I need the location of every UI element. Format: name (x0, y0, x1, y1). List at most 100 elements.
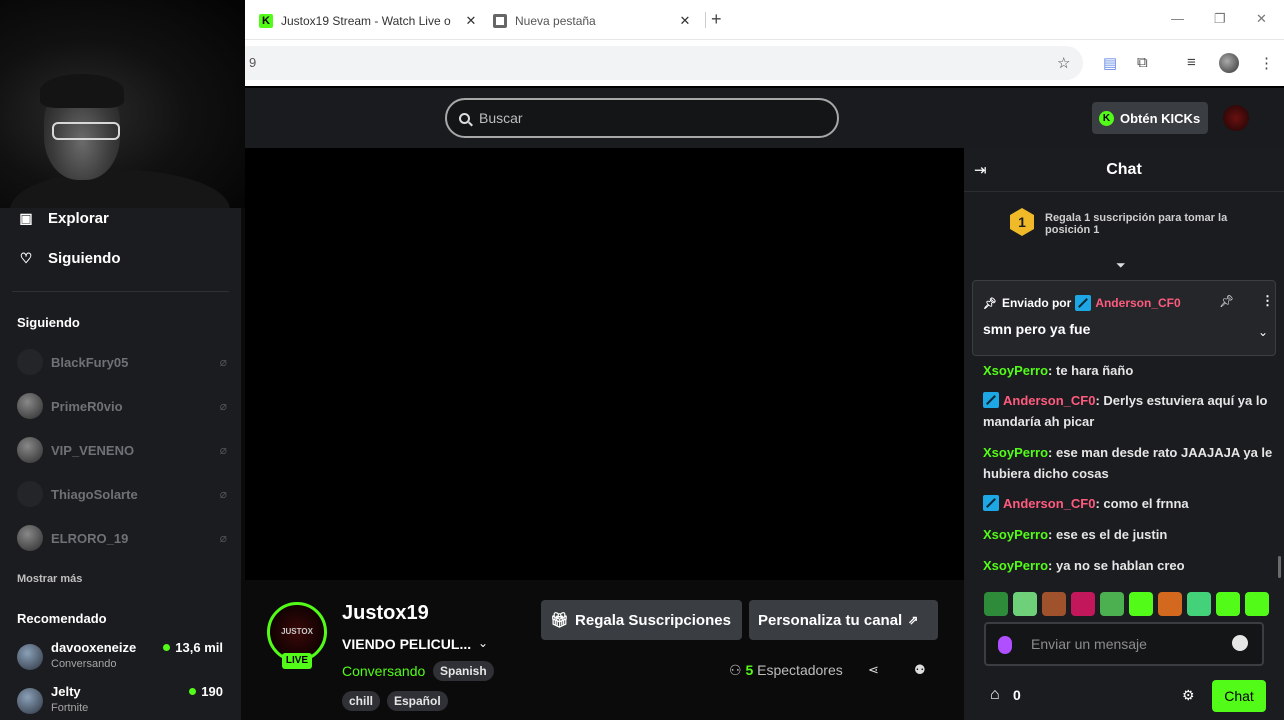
chat-message: XsoyPerro: ese es el de justin (983, 524, 1273, 545)
stream-tag[interactable]: Español (387, 691, 448, 711)
address-bar[interactable]: 9 (245, 46, 1083, 80)
emote-icon[interactable] (1071, 592, 1095, 616)
channel-name: ThiagoSolarte (51, 486, 138, 502)
chrome-favicon-icon (493, 14, 507, 28)
recommended-section-title: Recomendado (17, 611, 107, 626)
webcam-overlay (0, 0, 245, 208)
sidebar-item-explore[interactable]: ▣ Explorar (18, 210, 108, 227)
chat-message: Anderson_CF0: como el frnna (983, 493, 1273, 514)
chat-message: Anderson_CF0: Derlys estuviera aquí ya l… (983, 390, 1273, 432)
sidebar-divider (12, 291, 229, 292)
followed-channel[interactable]: BlackFury05 ⌀ (17, 348, 227, 376)
emote-icon[interactable] (1129, 592, 1153, 616)
channel-info: JUSTOX LIVE Justox19 VIENDO PELICUL... ⌄… (241, 580, 964, 720)
gift-subs-button[interactable]: 🎁︎ Regala Suscripciones (541, 600, 742, 640)
new-tab-icon[interactable]: + (711, 9, 722, 30)
emote-icon[interactable] (1100, 592, 1124, 616)
unpin-icon[interactable]: 📌︎ (1219, 294, 1234, 308)
language-tag[interactable]: Spanish (433, 661, 494, 681)
share-icon[interactable]: ⋖ (868, 662, 879, 678)
chat-message-input[interactable]: Enviar un mensaje (984, 622, 1264, 666)
followed-channel[interactable]: PrimeR0vio ⌀ (17, 392, 227, 420)
get-kicks-button[interactable]: K Obtén KICKs (1092, 102, 1208, 134)
sidebar-item-following[interactable]: ♡ Siguiendo (18, 250, 121, 267)
chat-message-text: : te hara ñaño (1048, 363, 1134, 378)
search-placeholder: Buscar (479, 110, 523, 126)
close-tab-icon[interactable]: ✕ (677, 13, 693, 29)
kick-coin-icon: K (1099, 110, 1114, 126)
tab-stream[interactable]: K Justox19 Stream - Watch Live o ✕ (259, 6, 479, 36)
chat-message-text: : ese es el de justin (1048, 527, 1168, 542)
stream-category[interactable]: Conversando (342, 663, 425, 679)
chat-scrollbar[interactable] (1278, 556, 1281, 578)
channel-name[interactable]: Justox19 (342, 602, 429, 625)
pinned-user[interactable]: Anderson_CF0 (1095, 296, 1180, 310)
user-avatar[interactable] (1223, 105, 1249, 131)
menu-dots-icon[interactable]: ⋮ (1259, 54, 1274, 72)
followed-channel[interactable]: VIP_VENENO ⌀ (17, 436, 227, 464)
pinned-message: 📌︎ Enviado por Anderson_CF0 smn pero ya … (972, 280, 1276, 356)
close-tab-icon[interactable]: ✕ (463, 13, 479, 29)
chat-username[interactable]: XsoyPerro (983, 445, 1048, 460)
followed-channel[interactable]: ELRORO_19 ⌀ (17, 524, 227, 552)
sidebar-item-label: Siguiendo (48, 250, 121, 267)
chat-username[interactable]: XsoyPerro (983, 558, 1048, 573)
chat-username[interactable]: Anderson_CF0 (1003, 496, 1095, 511)
channel-points: 0 (1013, 687, 1021, 703)
avatar (17, 437, 43, 463)
moderator-badge-icon (1075, 295, 1092, 311)
chat-header: ⇥ Chat (964, 148, 1284, 192)
follow-user-icon[interactable]: ⚉ (914, 662, 926, 678)
minimize-icon[interactable]: — (1171, 11, 1184, 26)
store-icon[interactable]: ⌂ (990, 686, 1000, 704)
microphone-icon[interactable] (998, 636, 1012, 654)
emote-icon[interactable] (984, 592, 1008, 616)
pinned-text: smn pero ya fue (983, 321, 1091, 337)
chevron-down-icon[interactable]: ⌄ (1258, 325, 1268, 339)
chat-username[interactable]: Anderson_CF0 (1003, 393, 1095, 408)
webcam-person-glasses (52, 122, 120, 140)
emote-icon[interactable] (1042, 592, 1066, 616)
search-input[interactable]: Buscar (445, 98, 839, 138)
media-queue-icon[interactable]: ≡ (1187, 54, 1196, 71)
bookmark-star-icon[interactable]: ☆ (1057, 54, 1070, 72)
emote-icon[interactable] (1013, 592, 1037, 616)
emoji-picker-icon[interactable] (1232, 635, 1248, 651)
emote-icon[interactable] (1158, 592, 1182, 616)
offline-icon: ⌀ (219, 399, 227, 413)
recommended-channel[interactable]: davooxeneize Conversando 13,6 mil (17, 640, 227, 674)
moderator-badge-icon (983, 495, 999, 511)
restore-icon[interactable]: ❐ (1214, 11, 1226, 27)
chat-username[interactable]: XsoyPerro (983, 363, 1048, 378)
channel-logo-text: JUSTOX (281, 627, 313, 636)
browser-toolbar: 9 ☆ ▤ ⧉ ≡ ⋮ (245, 40, 1284, 86)
search-icon (459, 112, 470, 124)
followed-channel[interactable]: ThiagoSolarte ⌀ (17, 480, 227, 508)
chat-footer: ⌂ 0 ⚙ Chat (990, 680, 1284, 712)
recommended-channel[interactable]: Jelty Fortnite 190 (17, 684, 227, 718)
gear-icon[interactable]: ⚙ (1182, 687, 1195, 704)
tab-title: Nueva pestaña (515, 14, 596, 28)
offline-icon: ⌀ (219, 355, 227, 369)
show-more-link[interactable]: Mostrar más (17, 573, 82, 585)
viewer-count: 13,6 mil (163, 640, 223, 655)
extensions-icon[interactable]: ⧉ (1137, 54, 1148, 71)
customize-channel-button[interactable]: Personaliza tu canal ⇗ (749, 600, 938, 640)
profile-avatar-icon[interactable] (1219, 53, 1239, 73)
stream-tag[interactable]: chill (342, 691, 381, 711)
video-player[interactable] (245, 148, 964, 580)
emote-icon[interactable] (1245, 592, 1269, 616)
chat-message-text: : como el frnna (1095, 496, 1189, 511)
chevron-down-icon[interactable]: ⌄ (478, 636, 488, 650)
chat-username[interactable]: XsoyPerro (983, 527, 1048, 542)
emote-icon[interactable] (1187, 592, 1211, 616)
analytics-icon: ⇗ (908, 613, 919, 627)
pin-icon: 📌︎ (983, 297, 997, 310)
more-options-icon[interactable]: ⋮ (1261, 293, 1274, 309)
document-icon[interactable]: ▤ (1103, 54, 1117, 72)
tab-new[interactable]: Nueva pestaña ✕ (493, 6, 693, 36)
chat-filter-icon[interactable]: ⏷ (1116, 258, 1126, 273)
emote-icon[interactable] (1216, 592, 1240, 616)
send-chat-button[interactable]: Chat (1212, 680, 1266, 712)
close-window-icon[interactable]: ✕ (1256, 11, 1267, 27)
